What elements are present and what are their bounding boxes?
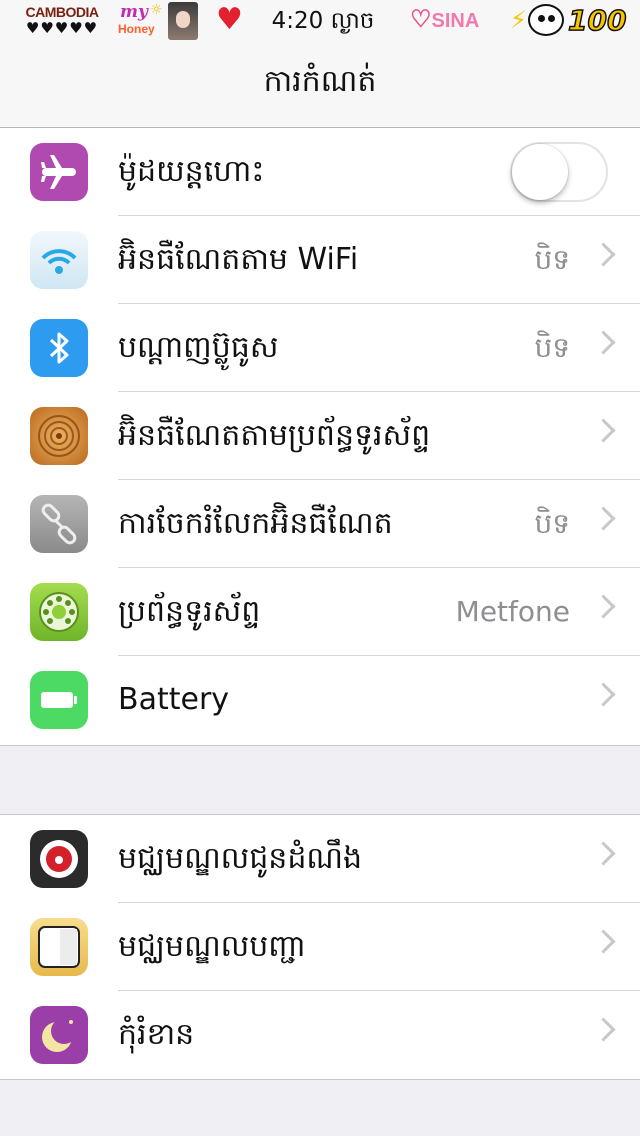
heart-icon: ♥ <box>216 2 243 37</box>
cellular-data-label: អ៊ិនធឺណែតតាមប្រព័ន្ធទូរស័ព្ទ <box>118 418 431 453</box>
settings-row-wifi[interactable]: អ៊ិនធឺណែតតាម WiFi បិទ <box>0 216 640 304</box>
toggle-knob <box>512 144 568 200</box>
sina-text: SINA <box>431 10 480 32</box>
settings-group-system: មជ្ឈមណ្ឌលជូនដំណឹង មជ្ឈមណ្ឌលបញ្ជា កុំរំខា… <box>0 814 640 1080</box>
carrier: CAMBODIA ♥♥♥♥♥ <box>16 4 108 36</box>
status-time: 4:20 ល្ងាច <box>271 8 375 34</box>
sticker-honey-text: Honey <box>118 22 155 36</box>
carrier-phone-icon <box>30 583 88 641</box>
bluetooth-label: បណ្តាញប៊្លូធូស <box>118 330 279 365</box>
sun-icon: ☼ <box>150 2 163 18</box>
battery-icon <box>30 671 88 729</box>
avatar <box>168 2 198 40</box>
chevron-right-icon <box>591 594 616 619</box>
settings-row-carrier[interactable]: ប្រព័ន្ធទូរស័ព្ទ Metfone <box>0 568 640 656</box>
status-bar: CAMBODIA ♥♥♥♥♥ my ☼ Honey ♥ 4:20 ល្ងាច ♡… <box>0 0 640 42</box>
chevron-right-icon <box>591 929 616 954</box>
hotspot-label: ការចែករំលែកអ៊ិនធឺណែត <box>118 506 393 541</box>
wifi-label: អ៊ិនធឺណែតតាម WiFi <box>118 242 359 277</box>
settings-row-personal-hotspot[interactable]: ការចែករំលែកអ៊ិនធឺណែត បិទ <box>0 480 640 568</box>
chevron-right-icon <box>591 506 616 531</box>
control-center-icon <box>30 918 88 976</box>
carrier-name: CAMBODIA <box>25 4 100 20</box>
chevron-right-icon <box>591 682 616 707</box>
notification-center-icon <box>30 830 88 888</box>
carrier-name-value: Metfone <box>455 595 570 628</box>
do-not-disturb-label: កុំរំខាន <box>118 1017 195 1052</box>
nav-bar: ការកំណត់ <box>0 42 640 128</box>
settings-group-connectivity: ម៉ូដយន្តហោះ អ៊ិនធឺណែតតាម WiFi បិទ បណ្តាញ… <box>0 128 640 746</box>
settings-row-bluetooth[interactable]: បណ្តាញប៊្លូធូស បិទ <box>0 304 640 392</box>
page-title: ការកំណត់ <box>263 64 377 99</box>
charging-bolt-icon: ⚡ <box>510 6 527 34</box>
mascot-icon <box>528 4 564 36</box>
sticker-my-text: my <box>120 2 148 22</box>
control-center-label: មជ្ឈមណ្ឌលបញ្ជា <box>118 929 306 964</box>
battery-level: 100 <box>567 3 627 38</box>
chevron-right-icon <box>591 330 616 355</box>
chevron-right-icon <box>591 841 616 866</box>
settings-row-airplane-mode: ម៉ូដយន្តហោះ <box>0 128 640 216</box>
settings-row-notification-center[interactable]: មជ្ឈមណ្ឌលជូនដំណឹង <box>0 815 640 903</box>
moon-icon <box>30 1006 88 1064</box>
wifi-icon <box>30 231 88 289</box>
my-honey-sticker: my ☼ Honey <box>118 2 170 38</box>
chevron-right-icon <box>591 242 616 267</box>
sina-badge: ♡SINA <box>410 4 479 36</box>
hotspot-status: បិទ <box>534 507 570 540</box>
airplane-icon <box>30 143 88 201</box>
settings-row-control-center[interactable]: មជ្ឈមណ្ឌលបញ្ជា <box>0 903 640 991</box>
cellular-icon <box>30 407 88 465</box>
hotspot-link-icon <box>30 495 88 553</box>
bluetooth-status: បិទ <box>534 331 570 364</box>
carrier-label: ប្រព័ន្ធទូរស័ព្ទ <box>118 594 261 629</box>
sina-heart-icon: ♡ <box>410 6 432 33</box>
airplane-mode-toggle[interactable] <box>510 142 608 202</box>
settings-row-battery[interactable]: Battery <box>0 656 640 744</box>
chevron-right-icon <box>591 418 616 443</box>
airplane-mode-label: ម៉ូដយន្តហោះ <box>118 154 265 189</box>
signal-hearts: ♥♥♥♥♥ <box>25 19 99 37</box>
wifi-status: បិទ <box>534 243 570 276</box>
bluetooth-icon <box>30 319 88 377</box>
settings-row-cellular-data[interactable]: អ៊ិនធឺណែតតាមប្រព័ន្ធទូរស័ព្ទ <box>0 392 640 480</box>
battery-label: Battery <box>118 682 230 717</box>
chevron-right-icon <box>591 1017 616 1042</box>
notification-center-label: មជ្ឈមណ្ឌលជូនដំណឹង <box>118 841 363 876</box>
settings-row-do-not-disturb[interactable]: កុំរំខាន <box>0 991 640 1079</box>
